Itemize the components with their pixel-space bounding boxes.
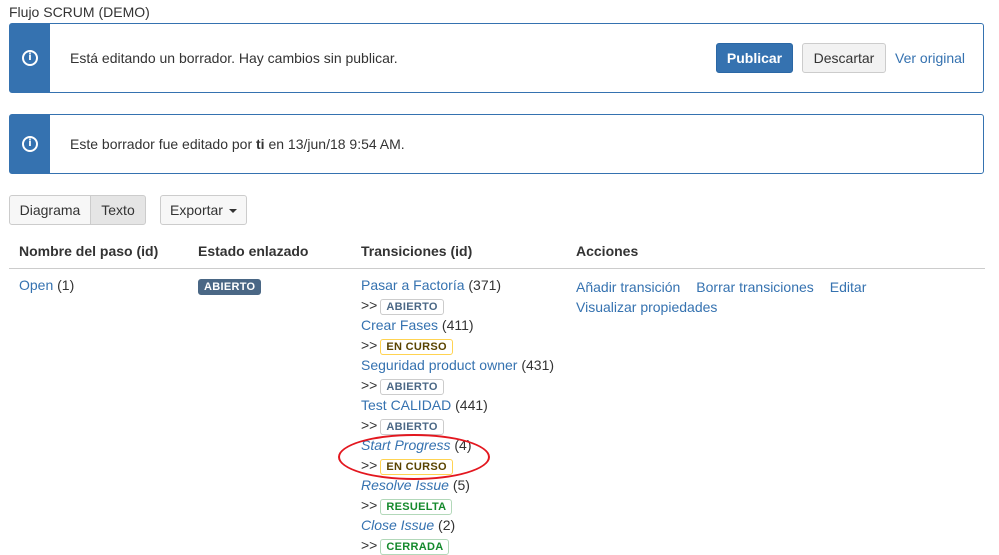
transition-link[interactable]: Close Issue (361, 517, 434, 533)
transition-id: (371) (468, 277, 502, 293)
transition-item: Seguridad product owner (431) >> ABIERTO (361, 355, 554, 395)
info-icon: i (22, 50, 38, 66)
target-status-badge: RESUELTA (380, 499, 453, 515)
info-icon: i (22, 136, 38, 152)
edit-link[interactable]: Editar (830, 279, 867, 295)
step-id: (1) (57, 277, 75, 293)
view-properties-link[interactable]: Visualizar propiedades (576, 299, 717, 315)
transition-link[interactable]: Crear Fases (361, 317, 438, 333)
export-label: Exportar (170, 202, 223, 218)
transition-arrow: >> (361, 337, 378, 353)
transition-id: (2) (438, 517, 456, 533)
target-status-badge: ABIERTO (380, 299, 444, 315)
edited-by-suffix: en 13/jun/18 9:54 AM. (264, 136, 405, 152)
transition-link[interactable]: Test CALIDAD (361, 397, 451, 413)
linked-status-cell: ABIERTO (198, 277, 262, 295)
transition-item: Test CALIDAD (441) >> ABIERTO (361, 395, 554, 435)
publish-button[interactable]: Publicar (716, 43, 793, 73)
header-transitions: Transiciones (id) (361, 243, 473, 259)
target-status-badge: ABIERTO (380, 419, 444, 435)
transition-arrow: >> (361, 537, 378, 553)
target-status-badge: EN CURSO (380, 339, 453, 355)
editor-name: ti (256, 136, 265, 152)
transition-item: Resolve Issue (5) >> RESUELTA (361, 475, 554, 515)
transition-item: Close Issue (2) >> CERRADA (361, 515, 554, 555)
transition-arrow: >> (361, 297, 378, 313)
caret-down-icon (228, 209, 237, 213)
export-dropdown[interactable]: Exportar (160, 195, 247, 225)
table-header-divider (9, 268, 985, 269)
page-title: Flujo SCRUM (DEMO) (9, 4, 150, 20)
transition-id: (5) (452, 477, 470, 493)
actions-cell: Añadir transición Borrar transiciones Edit… (576, 277, 882, 317)
header-status: Estado enlazado (198, 243, 309, 259)
banner-icon-column: i (10, 115, 50, 173)
edited-by-banner: i Este borrador fue editado por ti en 13… (9, 114, 984, 174)
tab-text[interactable]: Texto (90, 195, 146, 225)
transition-arrow: >> (361, 497, 378, 513)
header-actions: Acciones (576, 243, 639, 259)
transition-arrow: >> (361, 417, 378, 433)
step-cell: Open (1) (19, 277, 74, 293)
transition-id: (431) (521, 357, 555, 373)
transition-id: (441) (455, 397, 488, 413)
transition-item: Crear Fases (411) >> EN CURSO (361, 315, 554, 355)
transition-link[interactable]: Seguridad product owner (361, 357, 517, 373)
tab-diagram[interactable]: Diagrama (9, 195, 91, 225)
target-status-badge: ABIERTO (380, 379, 444, 395)
discard-button[interactable]: Descartar (802, 43, 886, 73)
transition-id: (411) (441, 317, 474, 333)
banner-icon-column: i (10, 24, 50, 92)
step-name-link[interactable]: Open (19, 277, 53, 293)
transition-arrow: >> (361, 377, 378, 393)
transition-item: Pasar a Factoría (371) >> ABIERTO (361, 275, 554, 315)
transition-link[interactable]: Pasar a Factoría (361, 277, 465, 293)
draft-message-text: Está editando un borrador. Hay cambios s… (70, 50, 398, 66)
transitions-list: Pasar a Factoría (371) >> ABIERTO Crear F… (361, 275, 554, 555)
delete-transitions-link[interactable]: Borrar transiciones (696, 279, 814, 295)
edited-by-prefix: Este borrador fue editado por (70, 136, 257, 152)
edited-by-text: Este borrador fue editado por ti en 13/j… (70, 136, 405, 152)
view-original-link[interactable]: Ver original (895, 50, 965, 66)
status-badge: ABIERTO (198, 279, 262, 295)
header-step: Nombre del paso (id) (19, 243, 159, 259)
annotation-circle (338, 434, 490, 480)
add-transition-link[interactable]: Añadir transición (576, 279, 680, 295)
target-status-badge: CERRADA (380, 539, 450, 555)
